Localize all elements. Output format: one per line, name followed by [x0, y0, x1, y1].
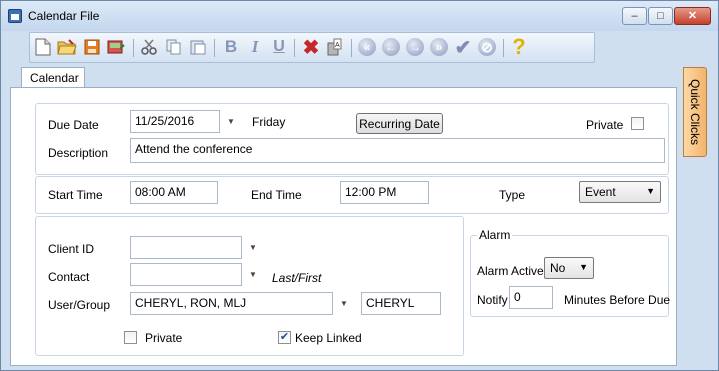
start-time-label: Start Time	[48, 188, 103, 202]
client-id-dropdown-icon[interactable]: ▼	[245, 236, 261, 258]
due-date-dropdown-icon[interactable]: ▼	[223, 110, 239, 132]
calendar-file-window: Calendar File – □ ✕ B I U ✖ A « ← → » ✔ …	[0, 0, 719, 371]
previous-record-icon[interactable]: ←	[380, 36, 402, 58]
notify-minutes-input[interactable]: 0	[509, 286, 553, 309]
description-input[interactable]: Attend the conference	[130, 138, 665, 163]
start-time-input[interactable]: 08:00 AM	[130, 181, 218, 204]
save-and-close-icon[interactable]	[105, 36, 127, 58]
keep-linked-checkbox[interactable]: ✔	[278, 331, 291, 344]
italic-icon[interactable]: I	[244, 36, 266, 58]
copy-icon[interactable]	[163, 36, 185, 58]
end-time-input[interactable]: 12:00 PM	[340, 181, 429, 204]
first-record-icon[interactable]: «	[356, 36, 378, 58]
type-label: Type	[499, 188, 526, 202]
window-title: Calendar File	[28, 9, 100, 23]
due-date-input[interactable]: 11/25/2016	[130, 110, 220, 133]
save-icon[interactable]	[81, 36, 103, 58]
recurring-date-button[interactable]: Recurring Date	[356, 113, 443, 134]
toolbar: B I U ✖ A « ← → » ✔ ⊘ ?	[29, 32, 595, 63]
last-record-icon[interactable]: »	[428, 36, 450, 58]
chevron-down-icon: ▼	[646, 186, 655, 196]
description-label: Description	[48, 146, 109, 160]
delete-icon[interactable]: ✖	[300, 36, 322, 59]
bold-icon[interactable]: B	[220, 36, 242, 58]
due-date-label: Due Date	[48, 118, 99, 132]
checkmark-icon[interactable]: ✔	[452, 36, 474, 59]
client-private-checkbox[interactable]	[124, 331, 137, 344]
keep-linked-label: Keep Linked	[295, 331, 362, 345]
client-id-input[interactable]	[130, 236, 242, 259]
due-day-text: Friday	[252, 115, 286, 129]
notify-label: Notify	[477, 293, 508, 307]
minimize-button[interactable]: –	[622, 7, 647, 25]
due-private-label: Private	[586, 118, 624, 132]
type-select[interactable]: Event ▼	[579, 181, 661, 203]
chevron-down-icon: ▼	[579, 262, 588, 272]
svg-text:A: A	[335, 42, 340, 49]
maximize-button[interactable]: □	[648, 7, 673, 25]
underline-icon[interactable]: U	[268, 36, 290, 58]
alarm-active-label: Alarm Active	[477, 264, 544, 278]
type-select-value: Event	[585, 185, 616, 199]
alarm-legend: Alarm	[477, 228, 513, 242]
open-folder-icon[interactable]	[56, 36, 78, 58]
tab-quick-clicks[interactable]: Quick Clicks	[683, 67, 707, 157]
end-time-label: End Time	[251, 188, 302, 202]
user-input[interactable]: CHERYL	[361, 292, 441, 315]
spelling-icon[interactable]: A	[324, 36, 346, 58]
paste-icon[interactable]	[187, 36, 209, 58]
cancel-icon[interactable]: ⊘	[476, 36, 498, 58]
contact-input[interactable]	[130, 263, 242, 286]
help-icon[interactable]: ?	[508, 34, 530, 59]
user-group-input[interactable]: CHERYL, RON, MLJ	[130, 292, 333, 315]
title-bar[interactable]: Calendar File – □ ✕	[1, 1, 718, 31]
contact-dropdown-icon[interactable]: ▼	[245, 263, 261, 285]
alarm-active-select[interactable]: No ▼	[544, 257, 594, 279]
notify-suffix-label: Minutes Before Due	[564, 293, 671, 307]
contact-label: Contact	[48, 270, 90, 284]
calendar-panel: Due Date 11/25/2016 ▼ Friday Recurring D…	[10, 87, 677, 366]
new-document-icon[interactable]	[32, 36, 54, 58]
contact-hint: Last/First	[272, 271, 322, 285]
user-group-label: User/Group	[48, 298, 111, 312]
cut-icon[interactable]	[138, 36, 160, 58]
tab-calendar[interactable]: Calendar	[21, 67, 85, 88]
client-private-label: Private	[145, 331, 183, 345]
user-group-dropdown-icon[interactable]: ▼	[336, 292, 352, 314]
alarm-active-value: No	[550, 261, 566, 275]
next-record-icon[interactable]: →	[404, 36, 426, 58]
calendar-app-icon	[8, 9, 22, 23]
close-button[interactable]: ✕	[674, 7, 711, 25]
client-id-label: Client ID	[48, 242, 95, 256]
due-private-checkbox[interactable]	[631, 117, 644, 130]
